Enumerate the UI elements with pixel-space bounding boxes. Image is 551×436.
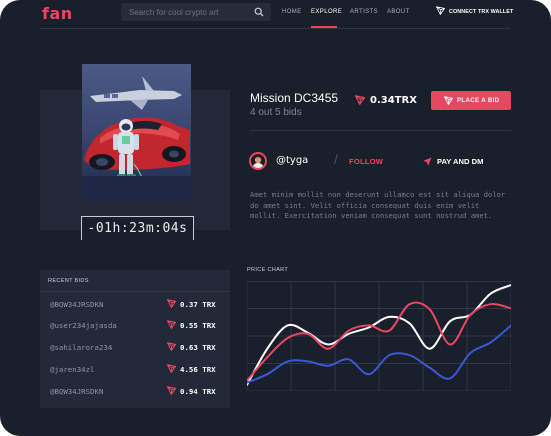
separator-slash: / [334, 151, 338, 167]
app-window: fan HOME EXPLORE ARTISTS ABOUT CONNECT T… [0, 0, 551, 436]
item-description: Amet minim mollit non deserunt ullamco e… [250, 190, 506, 220]
section-divider [250, 130, 511, 131]
artwork-image[interactable] [82, 64, 191, 200]
place-bid-label: PLACE A BID [457, 97, 500, 104]
search-bar[interactable] [121, 3, 271, 21]
search-input[interactable] [129, 5, 249, 19]
bid-row[interactable]: @BQW34JRSDKN 0.94 TRX [40, 381, 230, 402]
tron-icon [436, 6, 445, 15]
place-bid-button[interactable]: PLACE A BID [431, 91, 511, 110]
tron-icon [167, 364, 176, 373]
follow-button[interactable]: FOLLOW [349, 157, 383, 166]
tron-icon [444, 96, 453, 105]
nav-artists[interactable]: ARTISTS [350, 9, 378, 15]
recent-bids-header: RECENT BIDS [40, 270, 230, 292]
bid-amount: 0.37 TRX [180, 300, 216, 309]
nav-home[interactable]: HOME [282, 9, 302, 15]
bid-row[interactable]: @jaren34zl 4.56 TRX [40, 359, 230, 380]
bid-row[interactable]: @BQW34JRSDKN 0.37 TRX [40, 294, 230, 315]
nav-explore[interactable]: EXPLORE [311, 9, 342, 15]
price-chart-title: PRICE CHART [247, 267, 289, 273]
bid-amount: 0.63 TRX [180, 343, 216, 352]
connect-wallet-label: CONNECT TRX WALLET [449, 9, 514, 15]
pay-and-dm-button[interactable]: PAY AND DM [437, 157, 483, 166]
bid-row[interactable]: @sahilarora234 0.63 TRX [40, 337, 230, 358]
auction-timer: -01h:23m:04s [81, 216, 194, 240]
tron-icon [355, 95, 365, 105]
bid-amount: 0.94 TRX [180, 387, 216, 396]
price-chart [247, 281, 511, 391]
tron-icon [167, 342, 176, 351]
bid-amount: 4.56 TRX [180, 365, 216, 374]
tron-icon [167, 320, 176, 329]
header-divider [40, 28, 510, 29]
search-icon[interactable] [254, 7, 264, 17]
item-price: 0.34TRX [370, 95, 417, 106]
tron-icon [167, 386, 176, 395]
item-title: Mission DC3455 [250, 91, 339, 105]
tron-icon [167, 299, 176, 308]
bids-count: 4 out 5 bids [250, 107, 302, 118]
bidder-handle: @user234jajasda [50, 321, 117, 330]
artist-handle[interactable]: @tyga [276, 155, 308, 166]
bidder-handle: @jaren34zl [50, 365, 95, 374]
recent-bids-title: RECENT BIDS [48, 278, 89, 284]
avatar[interactable] [249, 152, 267, 170]
nav-about[interactable]: ABOUT [387, 9, 410, 15]
bid-row[interactable]: @user234jajasda 0.55 TRX [40, 315, 230, 336]
bid-amount: 0.55 TRX [180, 321, 216, 330]
logo[interactable]: fan [42, 4, 73, 23]
bidder-handle: @BQW34JRSDKN [50, 300, 104, 309]
bidder-handle: @sahilarora234 [50, 343, 113, 352]
send-icon[interactable] [423, 157, 432, 166]
recent-bids-panel: RECENT BIDS @BQW34JRSDKN 0.37 TRX @user2… [40, 270, 230, 408]
bidder-handle: @BQW34JRSDKN [50, 387, 104, 396]
